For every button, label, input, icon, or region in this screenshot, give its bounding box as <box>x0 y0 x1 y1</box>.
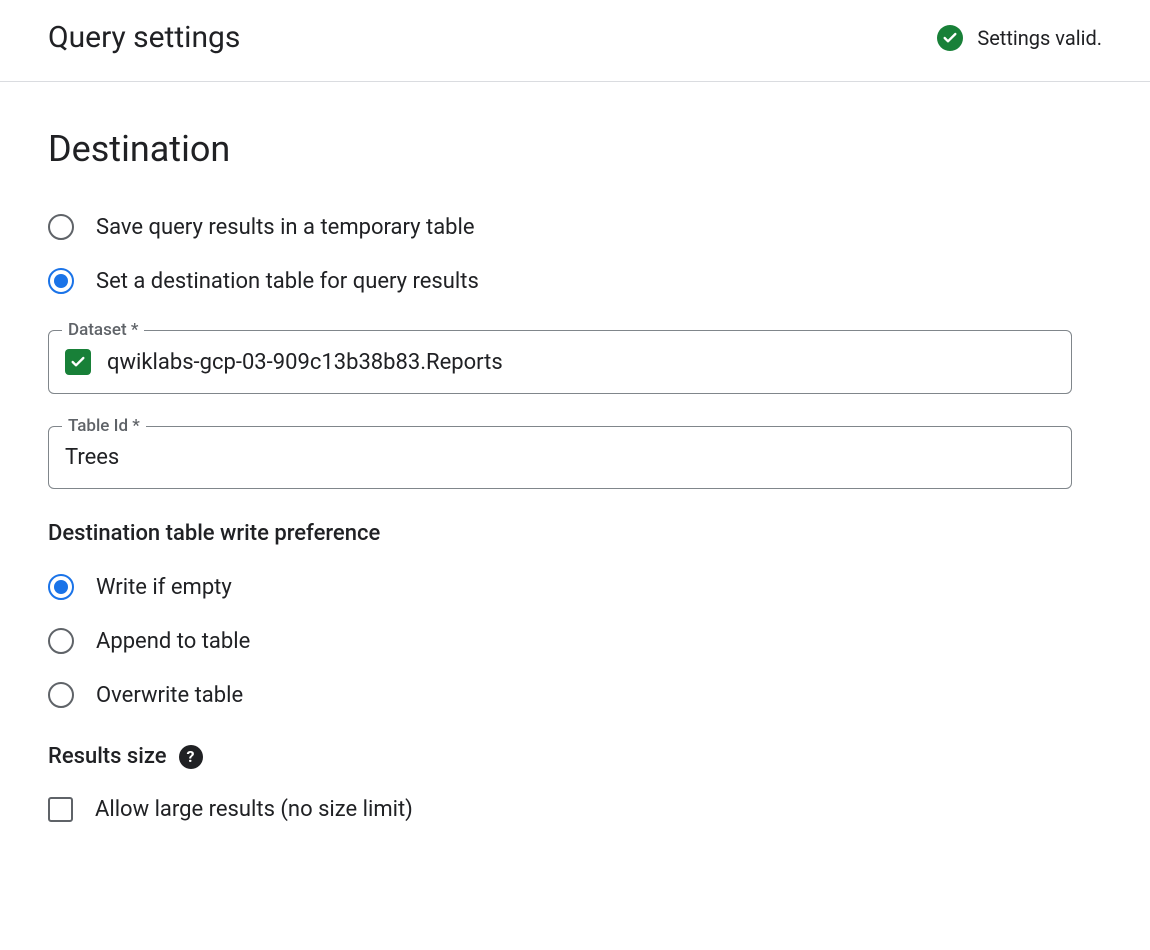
radio-icon <box>48 628 74 654</box>
allow-large-results-checkbox[interactable]: Allow large results (no size limit) <box>48 797 1102 822</box>
radio-overwrite-table[interactable]: Overwrite table <box>48 682 1102 708</box>
table-id-field: Table Id * <box>48 426 1072 489</box>
results-size-heading-row: Results size ? <box>48 744 1102 769</box>
table-id-box[interactable] <box>48 426 1072 489</box>
dataset-box[interactable] <box>48 330 1072 394</box>
results-size-heading: Results size <box>48 744 167 769</box>
write-preference-radio-group: Write if empty Append to table Overwrite… <box>48 574 1102 708</box>
radio-icon <box>48 268 74 294</box>
radio-label: Set a destination table for query result… <box>96 269 479 294</box>
dataset-label: Dataset * <box>62 320 144 340</box>
header: Query settings Settings valid. <box>0 0 1150 82</box>
destination-radio-group: Save query results in a temporary table … <box>48 214 1102 294</box>
status: Settings valid. <box>937 25 1102 51</box>
dataset-input[interactable] <box>107 350 1055 375</box>
radio-icon <box>48 574 74 600</box>
content: Destination Save query results in a temp… <box>0 82 1150 862</box>
radio-append-to-table[interactable]: Append to table <box>48 628 1102 654</box>
radio-label: Append to table <box>96 629 250 654</box>
radio-label: Write if empty <box>96 575 232 600</box>
content-scroll[interactable]: Destination Save query results in a temp… <box>0 82 1150 942</box>
radio-temporary-table[interactable]: Save query results in a temporary table <box>48 214 1102 240</box>
radio-inner-icon <box>54 274 68 288</box>
checkbox-icon <box>48 797 73 822</box>
radio-write-if-empty[interactable]: Write if empty <box>48 574 1102 600</box>
table-id-label: Table Id * <box>62 416 146 436</box>
radio-destination-table[interactable]: Set a destination table for query result… <box>48 268 1102 294</box>
radio-label: Save query results in a temporary table <box>96 215 475 240</box>
radio-icon <box>48 214 74 240</box>
radio-inner-icon <box>54 580 68 594</box>
status-text: Settings valid. <box>977 26 1102 50</box>
dataset-field: Dataset * <box>48 330 1072 394</box>
radio-icon <box>48 682 74 708</box>
help-icon[interactable]: ? <box>179 745 203 769</box>
check-circle-icon <box>937 25 963 51</box>
destination-heading: Destination <box>48 128 1102 170</box>
page-title: Query settings <box>48 20 240 55</box>
radio-label: Overwrite table <box>96 683 243 708</box>
write-preference-heading: Destination table write preference <box>48 521 1102 546</box>
checkbox-label: Allow large results (no size limit) <box>95 797 413 822</box>
table-id-input[interactable] <box>65 445 1055 470</box>
check-square-icon <box>65 349 91 375</box>
